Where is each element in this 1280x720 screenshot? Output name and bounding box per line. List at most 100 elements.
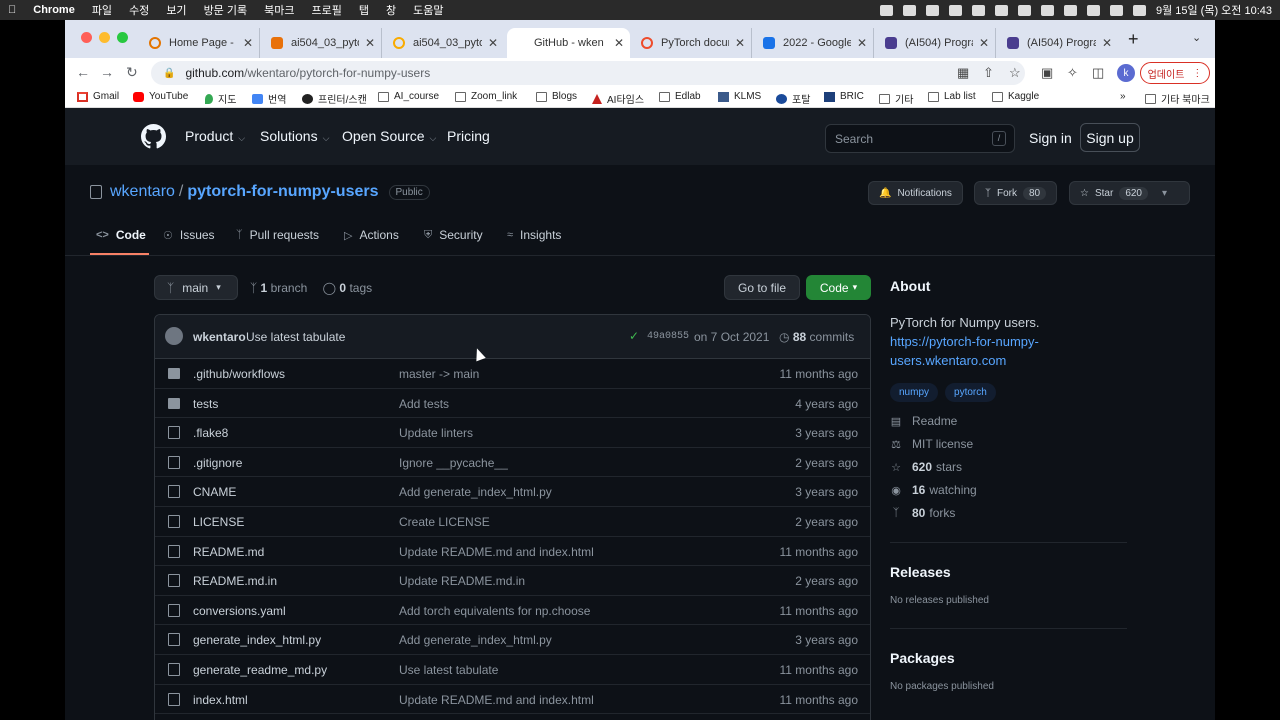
- status-icon[interactable]: [1017, 4, 1031, 16]
- search-icon[interactable]: [1109, 4, 1123, 16]
- browser-tab[interactable]: 2022 - Google ✕: [753, 28, 874, 58]
- commit-sha[interactable]: 49a0855: [647, 331, 689, 342]
- status-icon[interactable]: [971, 4, 985, 16]
- file-row[interactable]: generate_readme_md.py Use latest tabulate…: [155, 655, 870, 685]
- file-commit-message-link[interactable]: Add tests: [399, 397, 449, 411]
- nav-solutions[interactable]: Solutions ⌵: [260, 128, 329, 144]
- file-row[interactable]: README.md.in Update README.md.in 2 years a…: [155, 566, 870, 596]
- file-row[interactable]: README.md Update README.md and index.html…: [155, 537, 870, 567]
- bookmark-translate[interactable]: 번역: [252, 91, 286, 106]
- topic-tag[interactable]: numpy: [890, 383, 939, 402]
- star-button[interactable]: ☆ Star 620 ▾: [1069, 181, 1190, 205]
- file-commit-message-link[interactable]: Update linters: [399, 426, 473, 440]
- control-center-icon[interactable]: [1132, 4, 1146, 16]
- readme-link[interactable]: ▤ Readme: [890, 414, 958, 428]
- file-row[interactable]: CNAME Add generate_index_html.py 3 years a…: [155, 477, 870, 507]
- minimize-window-button[interactable]: [99, 32, 110, 43]
- nav-pricing[interactable]: Pricing: [447, 128, 490, 144]
- file-name-link[interactable]: conversions.yaml: [193, 604, 286, 618]
- browser-tab-active[interactable]: GitHub - wken ✕: [507, 28, 630, 58]
- bookmark-bric[interactable]: BRIC: [824, 91, 864, 102]
- file-commit-message-link[interactable]: Add generate_index_html.py: [399, 485, 552, 499]
- close-tab-icon[interactable]: ✕: [243, 36, 253, 50]
- reload-icon[interactable]: ↻: [126, 64, 138, 81]
- fork-button[interactable]: ᛉ Fork 80: [974, 181, 1058, 205]
- app-menu-chrome[interactable]: Chrome: [33, 4, 75, 16]
- commits-link[interactable]: ◷ 88 commits: [779, 330, 854, 344]
- file-name-link[interactable]: tests: [193, 397, 218, 411]
- bookmark-folder[interactable]: Lab list: [928, 91, 976, 102]
- bookmark-youtube[interactable]: YouTube: [133, 91, 188, 102]
- bookmark-printer[interactable]: 프린터/스캔: [302, 91, 367, 106]
- file-name-link[interactable]: README.md: [193, 545, 264, 559]
- status-icon[interactable]: [994, 4, 1008, 16]
- browser-tab[interactable]: (AI504) Progra ✕: [997, 28, 1118, 58]
- bookmark-aitimes[interactable]: AI타임스: [592, 91, 644, 106]
- bookmark-folder[interactable]: Blogs: [536, 91, 577, 102]
- file-commit-message-link[interactable]: Update README.md.in: [399, 574, 525, 588]
- file-commit-message-link[interactable]: Ignore __pycache__: [399, 456, 508, 470]
- share-icon[interactable]: ⇧: [983, 65, 994, 81]
- file-name-link[interactable]: .flake8: [193, 426, 228, 440]
- license-link[interactable]: ⚖ MIT license: [890, 437, 973, 451]
- profile-avatar[interactable]: k: [1117, 64, 1135, 82]
- file-name-link[interactable]: LICENSE: [193, 515, 244, 529]
- packages-heading[interactable]: Packages: [890, 650, 955, 666]
- apple-menu-icon[interactable]: : [8, 4, 16, 16]
- file-name-link[interactable]: README.md.in: [193, 574, 277, 588]
- watchers-link[interactable]: ◉ 16 watching: [890, 483, 977, 497]
- menu-window[interactable]: 창: [386, 2, 396, 18]
- file-row[interactable]: .github/workflows master -> main 11 months…: [155, 359, 870, 389]
- file-commit-message-link[interactable]: Add torch equivalents for np.choose: [399, 604, 590, 618]
- notifications-button[interactable]: 🔔 Notifications: [868, 181, 963, 205]
- file-row[interactable]: .flake8 Update linters 3 years ago: [155, 418, 870, 448]
- commit-message[interactable]: Use latest tabulate: [246, 330, 345, 344]
- file-name-link[interactable]: index.html: [193, 693, 248, 707]
- battery-icon[interactable]: [1063, 4, 1077, 16]
- address-bar[interactable]: 🔒 github.com/wkentaro/pytorch-for-numpy-…: [151, 61, 1025, 85]
- side-panel-icon[interactable]: ◫: [1092, 65, 1104, 81]
- file-row[interactable]: .gitignore Ignore __pycache__ 2 years ago: [155, 448, 870, 478]
- close-tab-icon[interactable]: ✕: [857, 36, 867, 50]
- file-commit-message-link[interactable]: Create LICENSE: [399, 515, 490, 529]
- file-row[interactable]: LICENSE Create LICENSE 2 years ago: [155, 507, 870, 537]
- close-tab-icon[interactable]: ✕: [1102, 36, 1112, 50]
- file-row[interactable]: tests Add tests 4 years ago: [155, 389, 870, 419]
- file-commit-message-link[interactable]: Use latest tabulate: [399, 663, 498, 677]
- tab-actions[interactable]: ▷ Actions: [344, 228, 399, 242]
- update-button[interactable]: 업데이트 ⋮: [1140, 62, 1210, 84]
- bookmark-folder[interactable]: Zoom_link: [455, 91, 517, 102]
- repo-owner-link[interactable]: wkentaro: [110, 183, 175, 201]
- nav-product[interactable]: Product ⌵: [185, 128, 245, 144]
- bookmark-maps[interactable]: 지도: [205, 91, 236, 106]
- bookmark-gmail[interactable]: Gmail: [77, 91, 119, 102]
- commit-author[interactable]: wkentaro: [193, 330, 246, 344]
- browser-tab[interactable]: ai504_03_pyto ✕: [383, 28, 504, 58]
- close-tab-icon[interactable]: ✕: [979, 36, 989, 50]
- bookmark-portal[interactable]: 포탈: [776, 91, 810, 106]
- new-tab-button[interactable]: +: [1128, 29, 1139, 50]
- close-tab-icon[interactable]: ✕: [488, 36, 498, 50]
- bookmark-folder[interactable]: 기타: [879, 91, 913, 106]
- avatar[interactable]: [165, 327, 183, 345]
- bookmark-folder[interactable]: AI_course: [378, 91, 439, 102]
- search-input[interactable]: Search /: [825, 124, 1015, 153]
- tab-pull-requests[interactable]: ᛉ Pull requests: [236, 228, 319, 242]
- bookmark-star-icon[interactable]: ☆: [1009, 65, 1021, 81]
- homepage-link[interactable]: https://pytorch-for-numpy-users.wkentaro…: [890, 332, 1130, 370]
- file-name-link[interactable]: .gitignore: [193, 456, 242, 470]
- browser-tab[interactable]: (AI504) Progra ✕: [875, 28, 996, 58]
- branch-select-button[interactable]: ᛉ main ▾: [154, 275, 238, 300]
- status-icon[interactable]: [879, 4, 893, 16]
- file-commit-message-link[interactable]: Add generate_index_html.py: [399, 633, 552, 647]
- file-name-link[interactable]: generate_index_html.py: [193, 633, 321, 647]
- file-commit-message-link[interactable]: Update README.md and index.html: [399, 545, 594, 559]
- close-tab-icon[interactable]: ✕: [614, 36, 624, 50]
- commit-date[interactable]: on 7 Oct 2021: [694, 330, 769, 344]
- wifi-icon[interactable]: [1086, 4, 1100, 16]
- file-name-link[interactable]: .github/workflows: [193, 367, 285, 381]
- releases-heading[interactable]: Releases: [890, 564, 951, 580]
- branches-link[interactable]: ᛉ 1 branch: [250, 281, 307, 295]
- file-commit-message-link[interactable]: master -> main: [399, 367, 479, 381]
- forks-link[interactable]: ᛉ 80 forks: [890, 506, 956, 520]
